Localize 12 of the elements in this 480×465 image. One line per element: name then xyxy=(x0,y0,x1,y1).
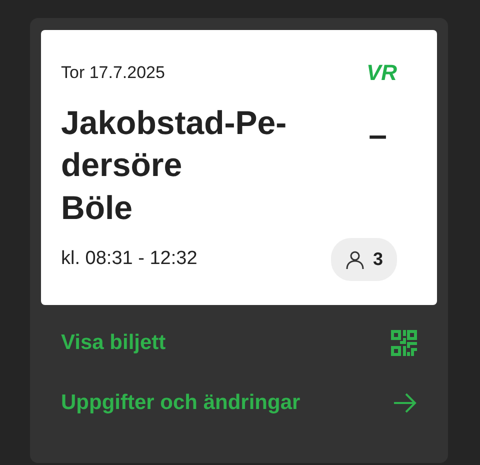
person-icon xyxy=(344,250,365,270)
destination-station: Böle xyxy=(61,188,134,228)
passenger-count: 3 xyxy=(330,238,397,282)
travel-time: kl. 08:31 - 12:32 xyxy=(61,247,198,272)
travel-date: Tor 17.7.2025 xyxy=(61,62,165,84)
qr-code-icon xyxy=(391,330,417,356)
logo: VR xyxy=(366,62,397,84)
action-link[interactable]: Visa biljett xyxy=(41,313,437,373)
route-dash: – xyxy=(368,114,387,154)
arrow-right-icon xyxy=(393,393,417,413)
action-link[interactable]: Uppgifter och ändringar xyxy=(41,373,437,433)
origin-station: Jakobstad-Pe- dersöre xyxy=(61,102,287,186)
